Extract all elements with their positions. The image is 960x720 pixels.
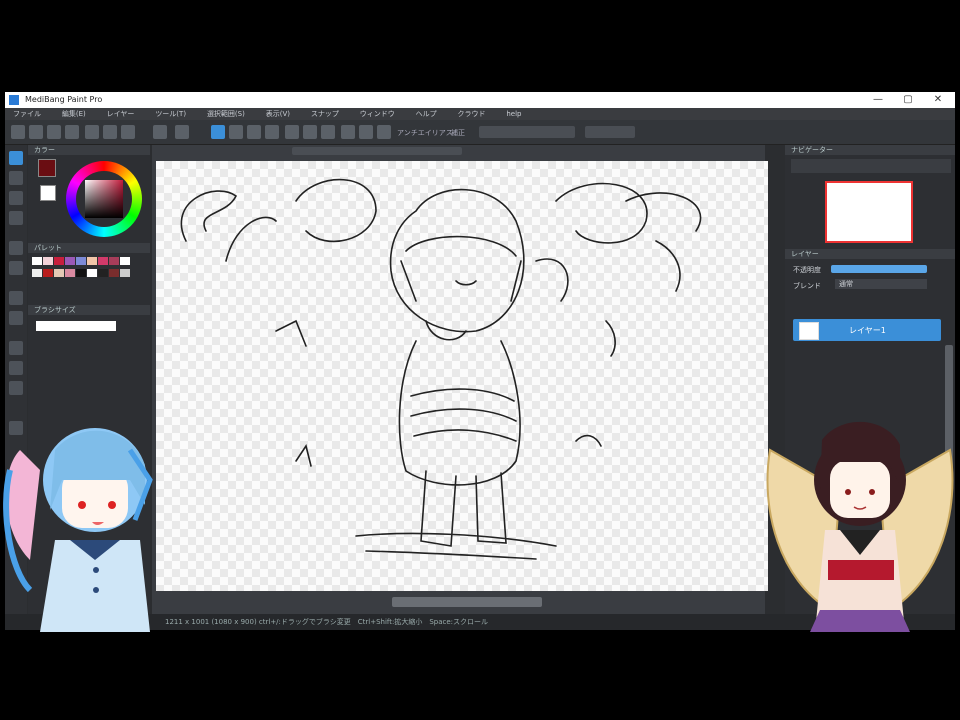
select-all-icon[interactable]: [211, 125, 225, 139]
menu-bar: ファイル 編集(E) レイヤー ツール(T) 選択範囲(S) 表示(V) スナッ…: [5, 108, 955, 120]
palette-swatch[interactable]: [43, 257, 53, 265]
antialias-label: アンチエイリアス: [397, 129, 453, 137]
move-tool-icon[interactable]: [9, 211, 23, 225]
menu-file[interactable]: ファイル: [13, 108, 41, 120]
app-icon: [9, 95, 19, 105]
title-bar: MediBang Paint Pro — ▢ ✕: [5, 92, 955, 108]
navigator-panel-header: ナビゲーター: [785, 145, 955, 155]
palette-swatch[interactable]: [54, 269, 64, 277]
divide-tool-icon[interactable]: [9, 311, 23, 325]
palette-swatch[interactable]: [32, 269, 42, 277]
toolbar: アンチエイリアス 補正: [5, 120, 955, 145]
eraser-tool-icon[interactable]: [9, 171, 23, 185]
palette-swatch[interactable]: [98, 269, 108, 277]
grid-icon[interactable]: [85, 125, 99, 139]
menu-select[interactable]: 選択範囲(S): [207, 108, 245, 120]
text-tool-icon[interactable]: [9, 291, 23, 305]
correction-label: 補正: [451, 129, 465, 137]
snap-settings-icon[interactable]: [377, 125, 391, 139]
palette-swatch[interactable]: [87, 257, 97, 265]
palette-swatch[interactable]: [87, 269, 97, 277]
rotate-icon[interactable]: [303, 125, 317, 139]
layer-icon[interactable]: [103, 125, 117, 139]
canvas-tab[interactable]: [292, 147, 462, 155]
snap-circle-icon[interactable]: [359, 125, 373, 139]
saturation-value-square[interactable]: [85, 180, 123, 218]
eyedropper-tool-icon[interactable]: [9, 361, 23, 375]
crop-icon[interactable]: [265, 125, 279, 139]
snap-off-icon[interactable]: [341, 125, 355, 139]
menu-window[interactable]: ウィンドウ: [360, 108, 395, 120]
palette-swatch[interactable]: [76, 257, 86, 265]
brush-tool-icon[interactable]: [9, 151, 23, 165]
horizontal-scrollbar[interactable]: [392, 597, 542, 607]
left-character-illustration: [3, 428, 153, 632]
select-tool-icon[interactable]: [9, 191, 23, 205]
layer-thumbnail: [799, 322, 819, 340]
window-title: MediBang Paint Pro: [25, 95, 103, 104]
cloud-icon[interactable]: [65, 125, 79, 139]
palette-swatch[interactable]: [32, 257, 42, 265]
palette-swatch[interactable]: [65, 257, 75, 265]
layer-panel-header: レイヤー: [785, 249, 955, 259]
opacity-slider[interactable]: [831, 265, 927, 273]
blend-mode-select[interactable]: 通常: [835, 279, 927, 289]
status-text: 1211 x 1001 (1080 x 900) ctrl+/:ドラッグでブラシ…: [165, 618, 489, 626]
sketch-drawing: [180, 178, 702, 560]
new-file-icon[interactable]: [11, 125, 25, 139]
gradient-tool-icon[interactable]: [9, 261, 23, 275]
palette-swatch[interactable]: [54, 257, 64, 265]
deselect-icon[interactable]: [229, 125, 243, 139]
palette-swatch[interactable]: [120, 269, 130, 277]
lasso-tool-icon[interactable]: [9, 381, 23, 395]
hand-tool-icon[interactable]: [9, 341, 23, 355]
drawing-canvas[interactable]: [156, 161, 768, 591]
toolbar-option-field[interactable]: [585, 126, 635, 138]
blend-label: ブレンド: [793, 282, 821, 290]
palette-swatch[interactable]: [76, 269, 86, 277]
save-icon[interactable]: [47, 125, 61, 139]
maximize-button[interactable]: ▢: [893, 92, 923, 108]
layer-name: レイヤー1: [849, 326, 886, 335]
palette-panel-header: パレット: [28, 243, 150, 253]
menu-layer[interactable]: レイヤー: [107, 108, 135, 120]
transform-icon[interactable]: [285, 125, 299, 139]
menu-help-2[interactable]: help: [506, 108, 521, 120]
menu-tool[interactable]: ツール(T): [155, 108, 186, 120]
menu-view[interactable]: 表示(V): [266, 108, 290, 120]
brush-size-slider[interactable]: [36, 321, 116, 331]
invert-select-icon[interactable]: [247, 125, 261, 139]
palette-swatch[interactable]: [98, 257, 108, 265]
brush-size-panel-header: ブラシサイズ: [28, 305, 150, 315]
material-icon[interactable]: [121, 125, 135, 139]
fill-tool-icon[interactable]: [9, 241, 23, 255]
layer-item[interactable]: レイヤー1: [793, 319, 941, 341]
right-character-illustration: [766, 421, 954, 632]
color-wheel[interactable]: [66, 161, 142, 237]
menu-snap[interactable]: スナップ: [311, 108, 339, 120]
close-button[interactable]: ✕: [923, 92, 953, 108]
menu-edit[interactable]: 編集(E): [62, 108, 86, 120]
minimize-button[interactable]: —: [863, 92, 893, 108]
background-color-swatch[interactable]: [40, 185, 56, 201]
color-panel-header: カラー: [28, 145, 150, 155]
undo-icon[interactable]: [153, 125, 167, 139]
palette-swatch[interactable]: [120, 257, 130, 265]
palette-swatch[interactable]: [65, 269, 75, 277]
color-palette[interactable]: [32, 257, 136, 297]
navigator-toolbar: [791, 159, 951, 173]
palette-swatch[interactable]: [109, 257, 119, 265]
palette-swatch[interactable]: [109, 269, 119, 277]
menu-cloud[interactable]: クラウド: [457, 108, 485, 120]
canvas-area: [152, 145, 768, 615]
flip-icon[interactable]: [321, 125, 335, 139]
correction-slider[interactable]: [479, 126, 575, 138]
navigator-thumbnail[interactable]: [825, 181, 913, 243]
opacity-label: 不透明度: [793, 266, 821, 274]
foreground-color-swatch[interactable]: [38, 159, 56, 177]
open-file-icon[interactable]: [29, 125, 43, 139]
palette-swatch[interactable]: [43, 269, 53, 277]
menu-help[interactable]: ヘルプ: [416, 108, 437, 120]
redo-icon[interactable]: [175, 125, 189, 139]
